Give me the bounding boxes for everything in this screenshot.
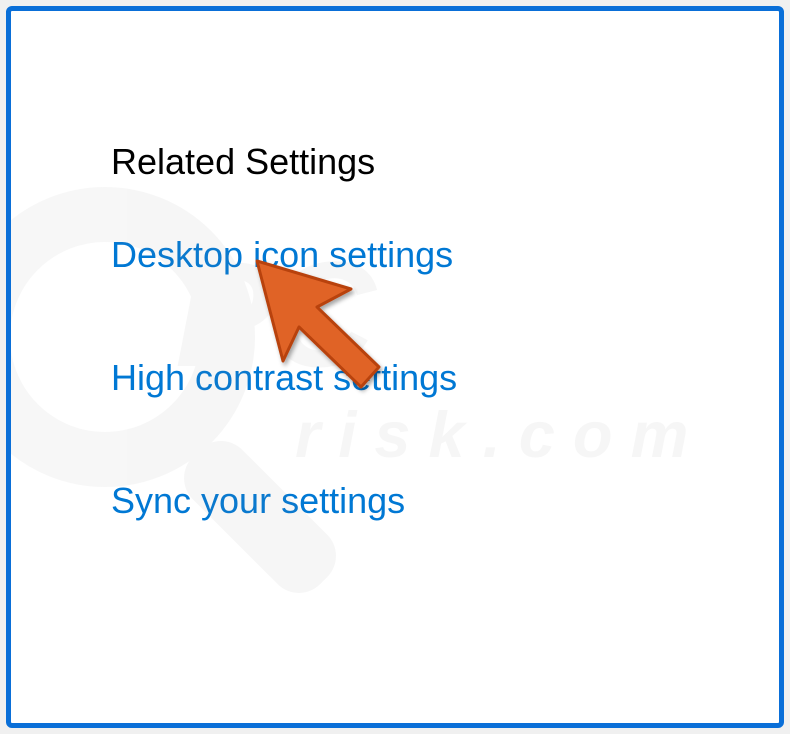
section-heading: Related Settings: [111, 141, 779, 183]
link-desktop-icon-settings[interactable]: Desktop icon settings: [111, 233, 779, 276]
link-sync-your-settings[interactable]: Sync your settings: [111, 479, 779, 522]
link-high-contrast-settings[interactable]: High contrast settings: [111, 356, 779, 399]
settings-panel: PC risk.com Related Settings Desktop ico…: [6, 6, 784, 728]
related-settings-section: Related Settings Desktop icon settings H…: [11, 11, 779, 523]
